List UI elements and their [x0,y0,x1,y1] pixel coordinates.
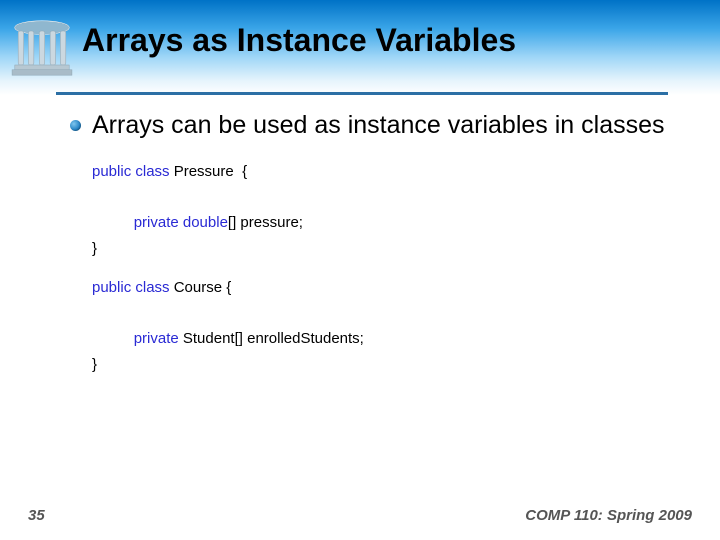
slide-number: 35 [28,507,45,524]
keyword: public class [92,279,170,296]
code-text: [] pressure; [228,214,303,231]
bullet-icon [70,120,81,131]
title-underline [56,92,668,95]
slide-title: Arrays as Instance Variables [82,22,516,59]
code-text: } [92,240,97,257]
bullet-item: Arrays can be used as instance variables… [70,110,680,141]
body-content: Arrays can be used as instance variables… [70,110,680,391]
footer-text: COMP 110: Spring 2009 [525,507,692,524]
bullet-text: Arrays can be used as instance variables… [92,111,665,139]
slide: Arrays as Instance Variables Arrays can … [0,0,720,540]
code-text: Student[] enrolledStudents; [179,330,364,347]
code-block-2: public class Course { private Student[] … [92,275,680,377]
code-text: Course { [170,279,232,296]
code-text: Pressure { [170,163,248,180]
code-text: } [92,356,97,373]
keyword: private [134,330,179,347]
code-block-1: public class Pressure { private double[]… [92,159,680,261]
logo-icon [8,12,76,84]
keyword: public class [92,163,170,180]
keyword: private double [134,214,228,231]
